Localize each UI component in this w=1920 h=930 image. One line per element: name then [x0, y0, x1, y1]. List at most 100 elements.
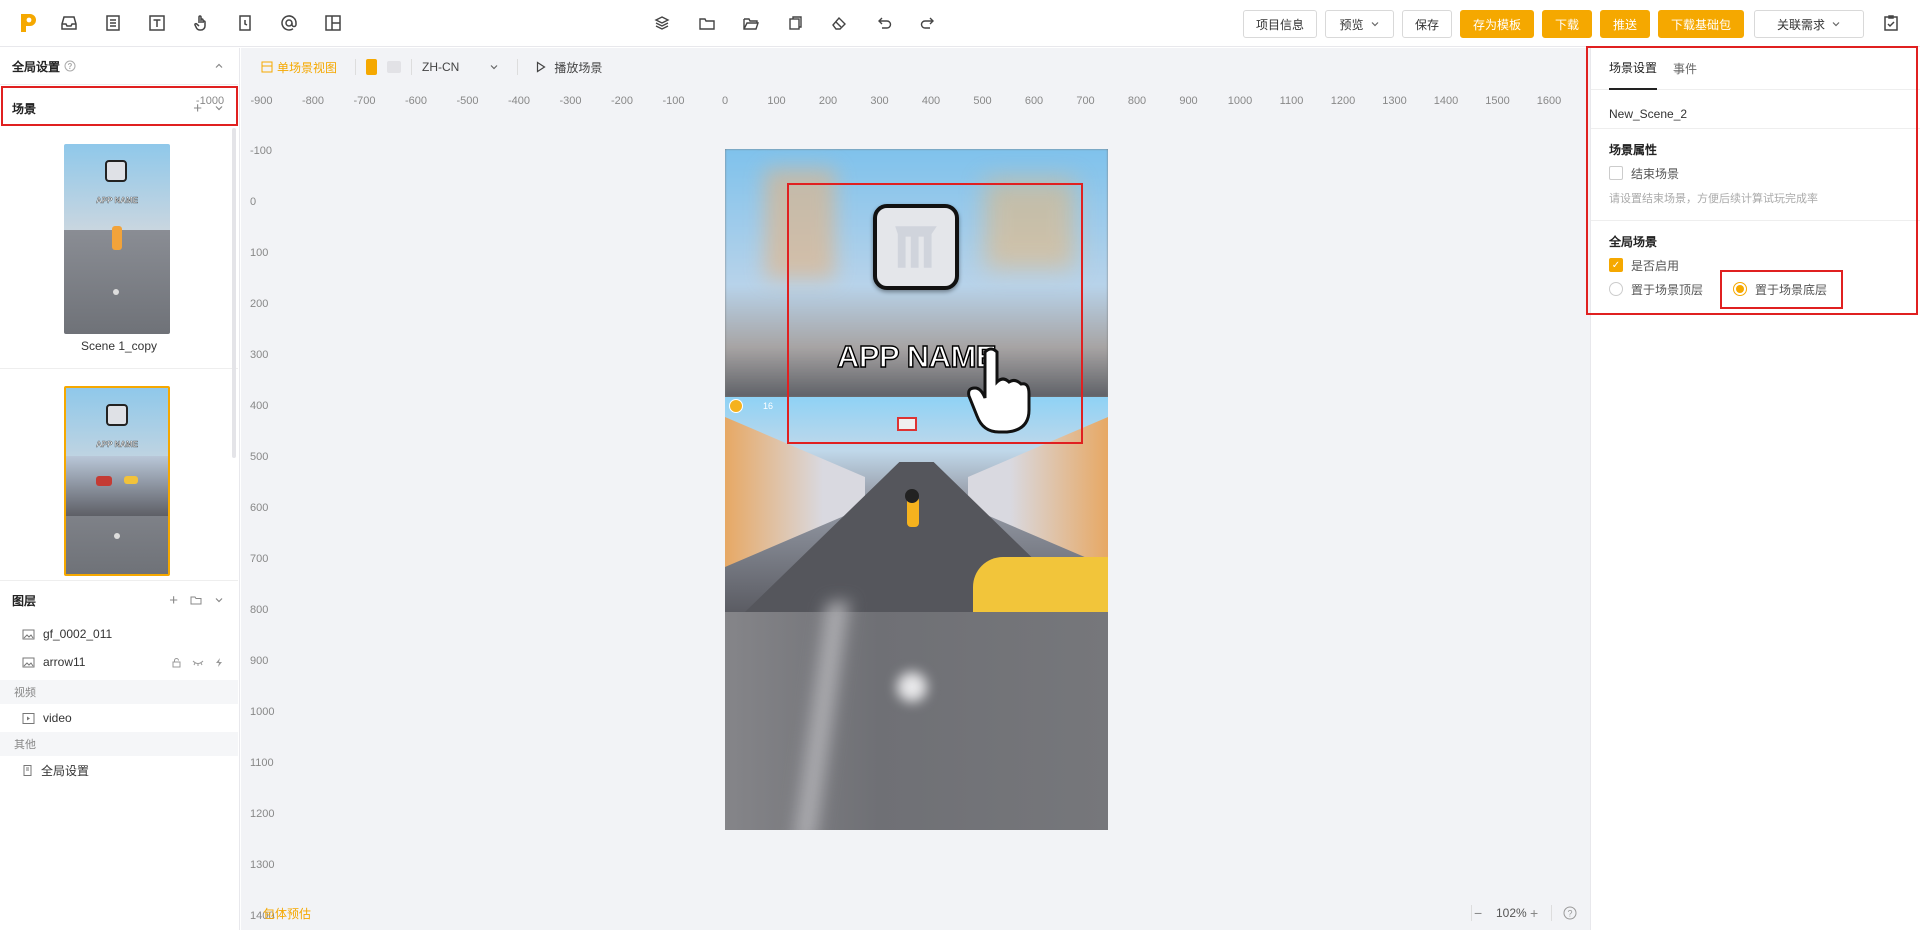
folder-icon[interactable] [696, 12, 718, 34]
related-demand-label: 关联需求 [1776, 17, 1825, 32]
hand-pointer-icon[interactable] [190, 12, 212, 34]
layer-name: 全局设置 [41, 763, 90, 778]
help-icon[interactable]: ? [1563, 906, 1577, 920]
eraser-icon[interactable] [828, 12, 850, 34]
ruler-tick-label: 800 [1127, 95, 1147, 107]
color-swatch-active[interactable] [366, 59, 378, 75]
color-swatch[interactable] [387, 61, 402, 73]
add-layer-icon[interactable]: + [169, 592, 178, 609]
clipboard-check-icon[interactable] [1880, 12, 1902, 34]
single-scene-view-toggle[interactable]: 单场景视图 [261, 59, 337, 76]
layer-item-video[interactable]: video [0, 704, 238, 732]
bottom-layer-label: 置于场景底层 [1755, 282, 1828, 297]
play-scene-button[interactable]: 播放场景 [536, 59, 602, 76]
layer-name: video [43, 711, 72, 725]
chevron-down-icon [1371, 22, 1378, 27]
save-button[interactable]: 保存 [1402, 10, 1452, 38]
ruler-tick-label: -1000 [195, 95, 225, 107]
text-icon[interactable] [146, 12, 168, 34]
layer-item[interactable]: arrow11 [0, 648, 238, 676]
redo-icon[interactable] [917, 12, 939, 34]
zoom-in-icon[interactable]: + [1530, 905, 1538, 921]
chevron-up-icon[interactable] [214, 61, 224, 71]
eye-hidden-icon[interactable] [192, 657, 204, 668]
scene-name-value: New_Scene_2 [1609, 107, 1688, 121]
bottom-layer-radio-button[interactable] [1733, 282, 1747, 296]
scene-stage[interactable]: APP NAME 16 [725, 149, 1108, 830]
global-scene-title: 全局场景 [1609, 234, 1658, 249]
language-select[interactable]: ZH-CN [422, 60, 499, 74]
countdown-icon[interactable] [234, 12, 256, 34]
app-name-text: APP NAME [836, 338, 997, 374]
enable-checkbox[interactable]: ✓ 是否启用 [1609, 254, 1679, 276]
layer-item-global-settings[interactable]: 全局设置 [0, 756, 238, 784]
game-screenshot: 16 [725, 397, 1108, 617]
inbox-icon[interactable] [58, 12, 80, 34]
folder-open-icon[interactable] [740, 12, 762, 34]
download-base-label: 下载基础包 [1670, 17, 1731, 32]
undo-icon[interactable] [873, 12, 895, 34]
preview-label: 预览 [1339, 17, 1364, 32]
app-icon-placeholder[interactable] [873, 204, 959, 290]
blurred-building [765, 169, 835, 279]
layout-icon[interactable] [322, 12, 344, 34]
push-label: 推送 [1612, 17, 1637, 32]
at-icon[interactable] [278, 12, 300, 34]
blurred-light [897, 672, 927, 702]
download-button[interactable]: 下载 [1542, 10, 1592, 38]
save-label: 保存 [1414, 17, 1439, 32]
download-base-button[interactable]: 下载基础包 [1658, 10, 1744, 38]
preview-button[interactable]: 预览 [1325, 10, 1394, 38]
package-estimate-link[interactable]: 包体预估 [263, 905, 311, 922]
chevron-down-icon[interactable] [214, 595, 224, 605]
top-layer-radio[interactable]: 置于场景顶层 [1609, 278, 1703, 300]
ruler-tick-label: 200 [250, 298, 269, 310]
ruler-tick-label: -500 [456, 95, 479, 107]
scene-properties-title: 场景属性 [1609, 142, 1658, 157]
end-scene-checkbox[interactable]: 结束场景 [1609, 162, 1679, 184]
left-panel: 全局设置 ? 场景 + APP NAME Scene 1_copy APP NA… [0, 48, 240, 930]
hand-tap-icon [967, 347, 1031, 434]
image-icon [22, 629, 35, 639]
list-document-icon[interactable] [102, 12, 124, 34]
scene-thumbnail-2[interactable]: APP NAME [64, 386, 170, 576]
layer-name: arrow11 [43, 655, 86, 669]
help-icon[interactable]: ? [64, 60, 76, 72]
project-info-button[interactable]: 项目信息 [1243, 10, 1317, 38]
folder-icon[interactable] [190, 594, 202, 606]
tab-scene-settings[interactable]: 场景设置 [1609, 48, 1658, 90]
end-scene-hint: 请设置结束场景，方便后续计算试玩完成率 [1609, 193, 1818, 205]
enable-check-box[interactable]: ✓ [1609, 258, 1623, 272]
global-settings-header[interactable]: 全局设置 ? [0, 48, 238, 84]
layers-icon[interactable] [651, 12, 673, 34]
ruler-tick-label: 1200 [1330, 95, 1356, 107]
vertical-ruler: -100 0 100 200 300 400 500 600 700 800 900 1000 1100… [241, 112, 274, 930]
related-demand-dropdown[interactable]: 关联需求 [1754, 10, 1864, 38]
tab-events[interactable]: 事件 [1673, 48, 1697, 90]
scene-street [66, 456, 168, 516]
svg-text:?: ? [1567, 909, 1572, 919]
canvas-bottom-bar: 包体预估 − 102% + ? [241, 896, 1590, 930]
top-layer-radio-button[interactable] [1609, 282, 1623, 296]
scene-thumbnail-1[interactable]: APP NAME [64, 144, 170, 334]
end-scene-check-box[interactable] [1609, 166, 1623, 180]
bottom-layer-radio[interactable]: 置于场景底层 [1733, 278, 1827, 300]
ruler-tick-label: -900 [250, 95, 273, 107]
lock-icon[interactable] [171, 657, 182, 668]
save-template-button[interactable]: 存为模板 [1460, 10, 1534, 38]
copy-icon[interactable] [784, 12, 806, 34]
lightning-icon[interactable] [214, 657, 224, 668]
ruler-tick-label: 900 [250, 655, 269, 667]
scenes-scrollbar[interactable] [232, 128, 236, 458]
layer-item[interactable]: gf_0002_011 [0, 620, 238, 648]
push-button[interactable]: 推送 [1600, 10, 1650, 38]
ruler-tick-label: 1000 [1227, 95, 1253, 107]
scene-name-field[interactable]: New_Scene_2 [1609, 100, 1687, 128]
video-icon [22, 712, 35, 724]
layers-header[interactable]: 图层 + [0, 582, 238, 618]
play-icon [537, 61, 546, 73]
zoom-value: 102% [1496, 906, 1527, 920]
ruler-tick-label: 1200 [250, 808, 275, 820]
zoom-out-icon[interactable]: − [1474, 905, 1482, 921]
project-info-label: 项目信息 [1255, 17, 1304, 32]
